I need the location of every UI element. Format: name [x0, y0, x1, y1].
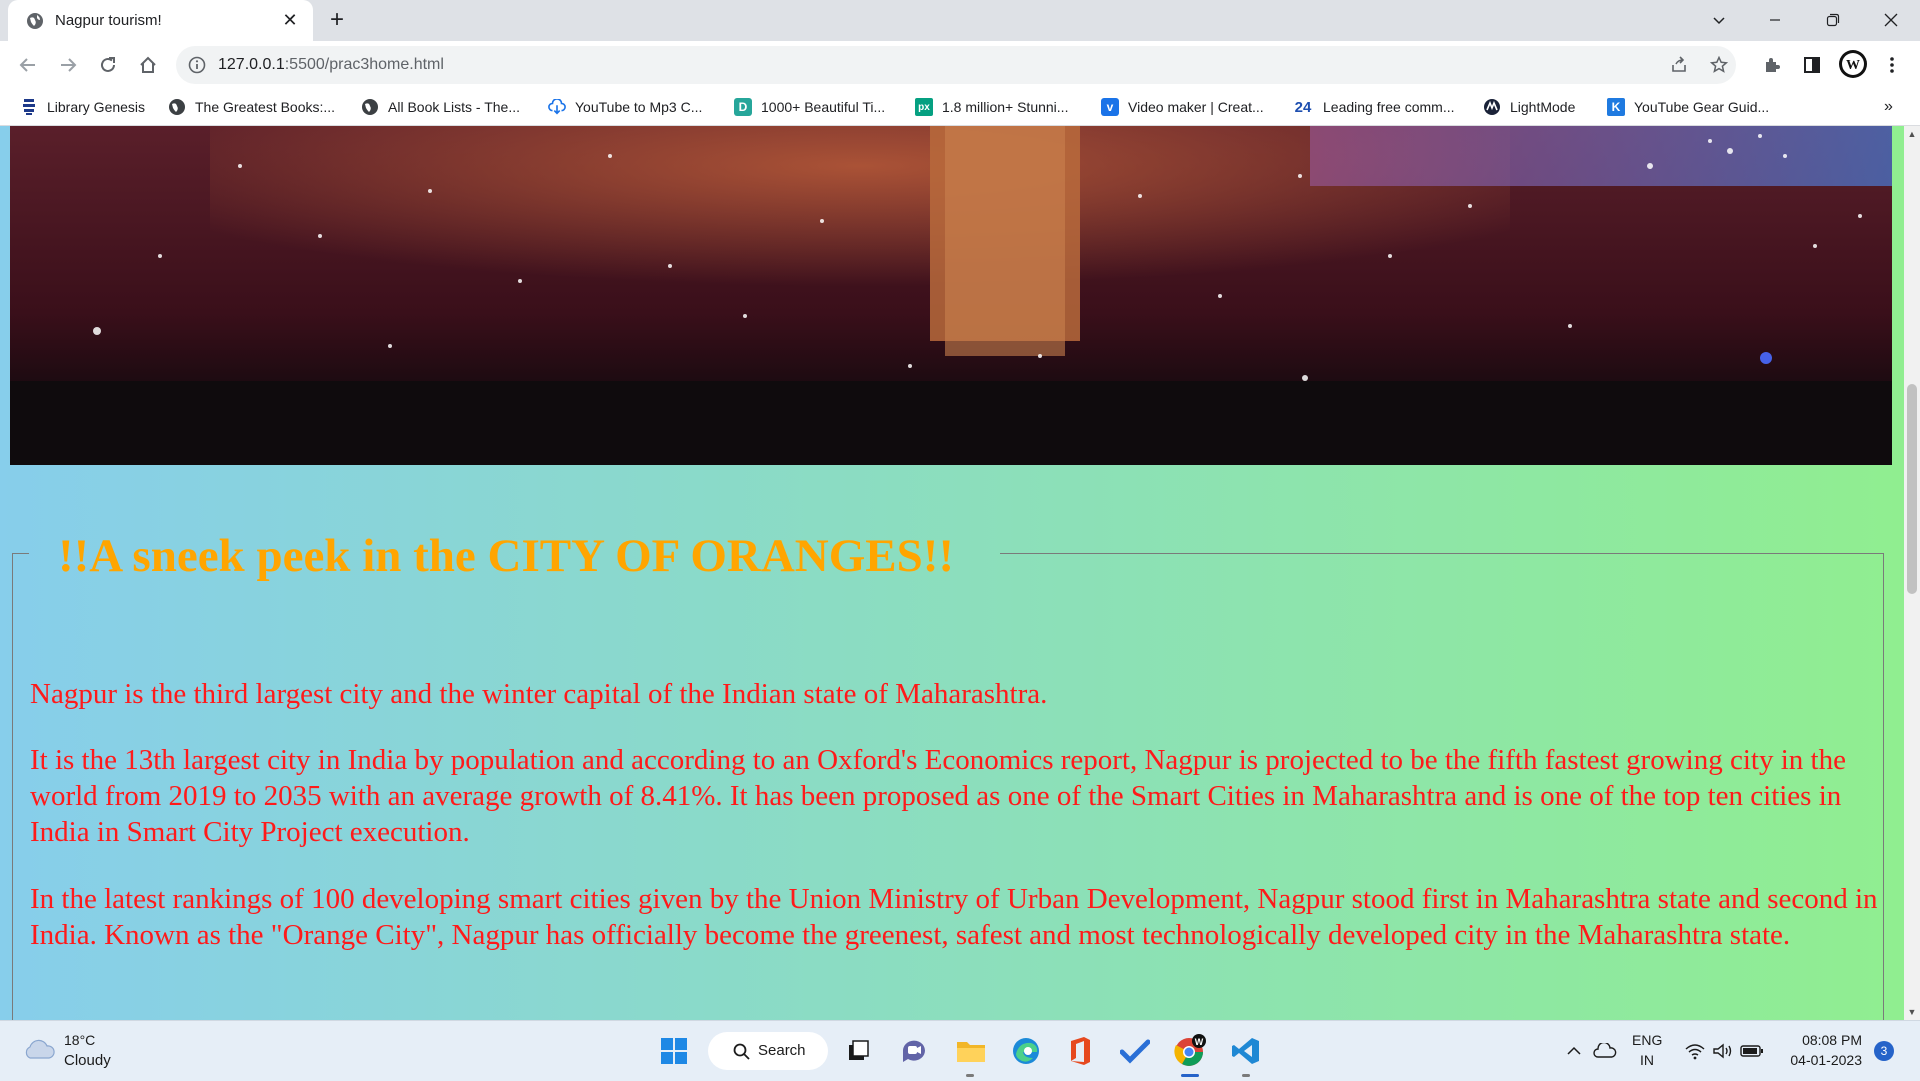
24-logo-icon: 24 — [1294, 98, 1312, 116]
region-code[interactable]: IN — [1632, 1052, 1662, 1068]
menu-kebab-icon[interactable] — [1880, 53, 1904, 77]
browser-toolbar: 127.0.0.1:5500/prac3home.html W — [0, 41, 1920, 89]
bookmark-item[interactable]: Library Genesis — [20, 95, 145, 119]
clock-time[interactable]: 08:08 PM — [1782, 1032, 1862, 1048]
side-panel-icon[interactable] — [1800, 53, 1824, 77]
site-info-icon[interactable] — [188, 56, 206, 74]
scroll-up-icon[interactable]: ▲ — [1904, 126, 1920, 142]
scroll-down-icon[interactable]: ▼ — [1904, 1004, 1920, 1020]
teams-chat-icon[interactable] — [896, 1033, 932, 1069]
lightmode-icon — [1483, 98, 1501, 116]
paragraph-growth: It is the 13th largest city in India by … — [30, 744, 1846, 848]
bookmark-item[interactable]: All Book Lists - The... — [361, 95, 520, 119]
battery-icon — [1740, 1045, 1763, 1057]
address-bar[interactable]: 127.0.0.1:5500/prac3home.html — [176, 46, 1736, 84]
volume-icon — [1713, 1043, 1732, 1059]
taskbar-search[interactable]: Search — [708, 1032, 828, 1070]
notification-badge[interactable]: 3 — [1874, 1041, 1894, 1061]
paragraph-intro: Nagpur is the third largest city and the… — [30, 678, 1048, 710]
bookmark-item[interactable]: px 1.8 million+ Stunni... — [915, 95, 1068, 119]
task-view-icon[interactable] — [840, 1033, 876, 1069]
bookmark-item[interactable]: YouTube to Mp3 C... — [548, 95, 702, 119]
minimize-button[interactable] — [1752, 0, 1798, 40]
share-icon[interactable] — [1670, 56, 1688, 74]
chrome-icon[interactable]: W — [1172, 1033, 1208, 1069]
bookmarks-bar: Library Genesis The Greatest Books:... A… — [0, 89, 1920, 126]
library-genesis-icon — [20, 98, 38, 116]
network-volume-battery-group[interactable] — [1676, 1033, 1772, 1069]
file-explorer-icon[interactable] — [953, 1033, 989, 1069]
close-tab-icon[interactable]: ✕ — [278, 8, 302, 32]
browser-tab[interactable]: Nagpur tourism! ✕ — [8, 0, 313, 41]
extensions-icon[interactable] — [1760, 53, 1784, 77]
tab-strip: Nagpur tourism! ✕ + — [0, 0, 1920, 41]
globe-icon — [168, 98, 186, 116]
k-logo-icon: K — [1607, 98, 1625, 116]
bookmark-star-icon[interactable] — [1710, 56, 1728, 74]
tab-search-icon[interactable] — [1696, 0, 1742, 40]
section-heading: !!A sneek peek in the CITY OF ORANGES!! — [58, 530, 955, 582]
globe-icon — [27, 13, 43, 29]
todo-check-icon[interactable] — [1117, 1033, 1153, 1069]
show-hidden-icons-chevron-icon[interactable] — [1562, 1033, 1586, 1069]
forward-arrow-icon[interactable] — [52, 49, 84, 81]
page-viewport: !!A sneek peek in the CITY OF ORANGES!! … — [0, 126, 1904, 1020]
bookmark-item[interactable]: D 1000+ Beautiful Ti... — [734, 95, 885, 119]
concert-crowd-image — [10, 126, 1892, 465]
edge-browser-icon[interactable] — [1008, 1033, 1044, 1069]
bookmark-item[interactable]: 24 Leading free comm... — [1292, 95, 1455, 119]
more-bookmarks-icon[interactable]: » — [1884, 95, 1893, 119]
d-logo-icon: D — [734, 98, 752, 116]
wifi-icon — [1685, 1044, 1705, 1060]
bookmark-item[interactable]: The Greatest Books:... — [168, 95, 335, 119]
close-window-button[interactable] — [1868, 0, 1914, 40]
home-icon[interactable] — [132, 49, 164, 81]
svg-text:W: W — [1846, 58, 1860, 73]
vertical-scrollbar[interactable]: ▲ ▼ — [1904, 126, 1920, 1020]
running-app-indicator — [966, 1074, 974, 1077]
tab-title: Nagpur tourism! — [55, 12, 162, 29]
office-icon[interactable] — [1062, 1033, 1098, 1069]
hero-image — [10, 126, 1892, 465]
clock-date[interactable]: 04-01-2023 — [1782, 1052, 1862, 1068]
windows-taskbar: 18°C Cloudy Search W ENG IN 08:08 PM 04-… — [0, 1020, 1920, 1081]
back-arrow-icon[interactable] — [12, 49, 44, 81]
vscode-icon[interactable] — [1228, 1033, 1264, 1069]
onedrive-cloud-icon[interactable] — [1590, 1033, 1620, 1069]
url-text: 127.0.0.1:5500/prac3home.html — [218, 56, 444, 73]
svg-text:W: W — [1195, 1037, 1204, 1047]
weather-description: Cloudy — [64, 1052, 111, 1069]
search-icon — [733, 1043, 750, 1060]
globe-icon — [361, 98, 379, 116]
restore-button[interactable] — [1810, 0, 1856, 40]
v-logo-icon: v — [1101, 98, 1119, 116]
new-tab-button[interactable]: + — [323, 6, 351, 34]
running-app-indicator — [1242, 1074, 1250, 1077]
active-app-indicator — [1181, 1074, 1199, 1077]
bookmark-item[interactable]: K YouTube Gear Guid... — [1607, 95, 1769, 119]
windows-start-icon[interactable] — [656, 1033, 692, 1069]
reload-icon[interactable] — [92, 49, 124, 81]
download-cloud-icon — [548, 98, 566, 116]
bookmark-item[interactable]: LightMode — [1483, 95, 1575, 119]
weather-temperature: 18°C — [64, 1032, 96, 1048]
cloud-icon[interactable] — [22, 1038, 56, 1062]
paragraph-rankings: In the latest rankings of 100 developing… — [30, 883, 1878, 951]
scroll-thumb[interactable] — [1907, 384, 1917, 594]
profile-avatar[interactable]: W — [1838, 49, 1868, 79]
language-code[interactable]: ENG — [1632, 1032, 1662, 1048]
px-logo-icon: px — [915, 98, 933, 116]
bookmark-item[interactable]: v Video maker | Creat... — [1101, 95, 1264, 119]
